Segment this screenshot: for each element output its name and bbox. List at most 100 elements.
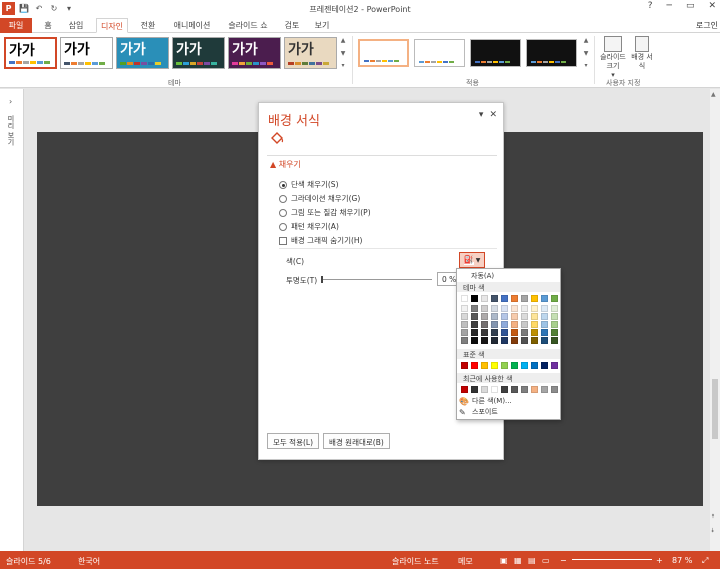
login-link[interactable]: 로그인 <box>696 20 718 31</box>
hide-graphics-checkbox[interactable] <box>279 236 287 245</box>
color-swatch[interactable] <box>521 313 528 320</box>
color-swatch[interactable] <box>491 329 498 336</box>
solid-fill-option[interactable]: 단색 채우기(S) <box>279 179 339 190</box>
color-swatch[interactable] <box>471 337 478 344</box>
color-swatch[interactable] <box>521 321 528 328</box>
color-swatch[interactable] <box>471 329 478 336</box>
color-swatch[interactable] <box>511 386 518 393</box>
tab-view[interactable]: 보기 <box>310 18 334 33</box>
theme-thumbnail[interactable]: 가가 <box>228 37 281 69</box>
color-swatch[interactable] <box>481 305 488 312</box>
apply-to-all-button[interactable]: 모두 적용(L) <box>267 433 320 449</box>
transparency-slider-knob[interactable] <box>321 276 323 283</box>
color-swatch[interactable] <box>511 362 518 369</box>
color-swatch[interactable] <box>551 321 558 328</box>
color-swatch[interactable] <box>471 321 478 328</box>
color-swatch[interactable] <box>481 337 488 344</box>
automatic-color-item[interactable]: 자동(A) <box>471 271 494 281</box>
fit-slide-icon[interactable]: ⤢ <box>702 556 708 566</box>
theme-thumbnail[interactable]: 가가 <box>116 37 169 69</box>
color-swatch[interactable] <box>521 362 528 369</box>
color-swatch[interactable] <box>521 295 528 302</box>
color-swatch[interactable] <box>461 295 468 302</box>
fill-color-button[interactable]: ⛽ ▼ <box>459 252 485 268</box>
theme-thumbnail[interactable]: 가가 <box>4 37 57 69</box>
color-swatch[interactable] <box>551 362 558 369</box>
color-swatch[interactable] <box>511 313 518 320</box>
color-swatch[interactable] <box>511 337 518 344</box>
scrollbar-thumb[interactable] <box>712 379 718 439</box>
tab-animations[interactable]: 애니메이션 <box>168 18 216 33</box>
color-swatch[interactable] <box>491 337 498 344</box>
color-swatch[interactable] <box>471 295 478 302</box>
tab-home[interactable]: 홈 <box>38 18 58 33</box>
pane-options-icon[interactable]: ▾ <box>479 110 484 120</box>
variant-thumbnail[interactable] <box>414 39 465 67</box>
color-swatch[interactable] <box>521 337 528 344</box>
help-icon[interactable]: ? <box>648 1 653 11</box>
color-swatch[interactable] <box>501 386 508 393</box>
color-swatch[interactable] <box>491 362 498 369</box>
color-swatch[interactable] <box>501 295 508 302</box>
color-swatch[interactable] <box>541 337 548 344</box>
gradient-fill-radio[interactable] <box>279 194 287 203</box>
color-swatch[interactable] <box>461 313 468 320</box>
color-swatch[interactable] <box>491 386 498 393</box>
color-swatch[interactable] <box>541 362 548 369</box>
fill-section-header[interactable]: ▲ 채우기 <box>270 159 301 170</box>
color-swatch[interactable] <box>481 295 488 302</box>
color-swatch[interactable] <box>541 329 548 336</box>
zoom-level[interactable]: 87 % <box>672 556 692 565</box>
tab-insert[interactable]: 삽입 <box>62 18 90 33</box>
close-icon[interactable]: ✕ <box>708 1 716 11</box>
color-swatch[interactable] <box>501 305 508 312</box>
themes-gallery-scroll[interactable]: ▲ ▼ ▾ <box>339 37 347 69</box>
format-background-button[interactable]: 배경 서식 <box>630 36 654 71</box>
color-swatch[interactable] <box>551 329 558 336</box>
color-swatch[interactable] <box>521 305 528 312</box>
zoom-out-icon[interactable]: − <box>560 556 567 565</box>
color-swatch[interactable] <box>531 313 538 320</box>
color-swatch[interactable] <box>471 362 478 369</box>
variant-thumbnail[interactable] <box>358 39 409 67</box>
color-swatch[interactable] <box>521 329 528 336</box>
tab-file[interactable]: 파일 <box>0 18 32 33</box>
zoom-slider[interactable] <box>572 559 652 560</box>
fill-bucket-icon[interactable] <box>270 131 284 145</box>
color-swatch[interactable] <box>541 305 548 312</box>
notes-button[interactable]: 슬라이드 노트 <box>392 556 439 567</box>
color-swatch[interactable] <box>551 313 558 320</box>
next-slide-icon[interactable]: ⯯ <box>711 527 715 535</box>
normal-view-icon[interactable]: ▣ <box>500 556 508 565</box>
zoom-in-icon[interactable]: + <box>656 556 663 565</box>
variants-gallery-scroll[interactable]: ▲ ▼ ▾ <box>582 37 590 69</box>
color-swatch[interactable] <box>501 313 508 320</box>
reading-view-icon[interactable]: ▤ <box>528 556 536 565</box>
color-swatch[interactable] <box>501 329 508 336</box>
theme-thumbnail[interactable]: 가가 <box>284 37 337 69</box>
color-swatch[interactable] <box>511 305 518 312</box>
scroll-up-icon[interactable]: ▲ <box>711 91 716 98</box>
language-indicator[interactable]: 한국어 <box>78 556 100 567</box>
color-swatch[interactable] <box>511 295 518 302</box>
color-swatch[interactable] <box>481 321 488 328</box>
color-swatch[interactable] <box>511 321 518 328</box>
previous-slide-icon[interactable]: ⯭ <box>711 513 715 521</box>
color-swatch[interactable] <box>491 321 498 328</box>
solid-fill-radio[interactable] <box>279 180 287 189</box>
color-swatch[interactable] <box>541 313 548 320</box>
pattern-fill-radio[interactable] <box>279 222 287 231</box>
color-swatch[interactable] <box>531 329 538 336</box>
minimize-icon[interactable]: ─ <box>667 1 672 11</box>
color-swatch[interactable] <box>481 362 488 369</box>
more-colors-item[interactable]: 🎨 다른 색(M)... <box>459 396 512 406</box>
color-swatch[interactable] <box>471 313 478 320</box>
slideshow-view-icon[interactable]: ▭ <box>542 556 550 565</box>
color-swatch[interactable] <box>551 295 558 302</box>
slide-size-button[interactable]: 슬라이드 크기 ▾ <box>597 36 629 80</box>
color-swatch[interactable] <box>461 362 468 369</box>
color-swatch[interactable] <box>531 362 538 369</box>
color-swatch[interactable] <box>461 329 468 336</box>
color-swatch[interactable] <box>531 305 538 312</box>
color-swatch[interactable] <box>501 362 508 369</box>
